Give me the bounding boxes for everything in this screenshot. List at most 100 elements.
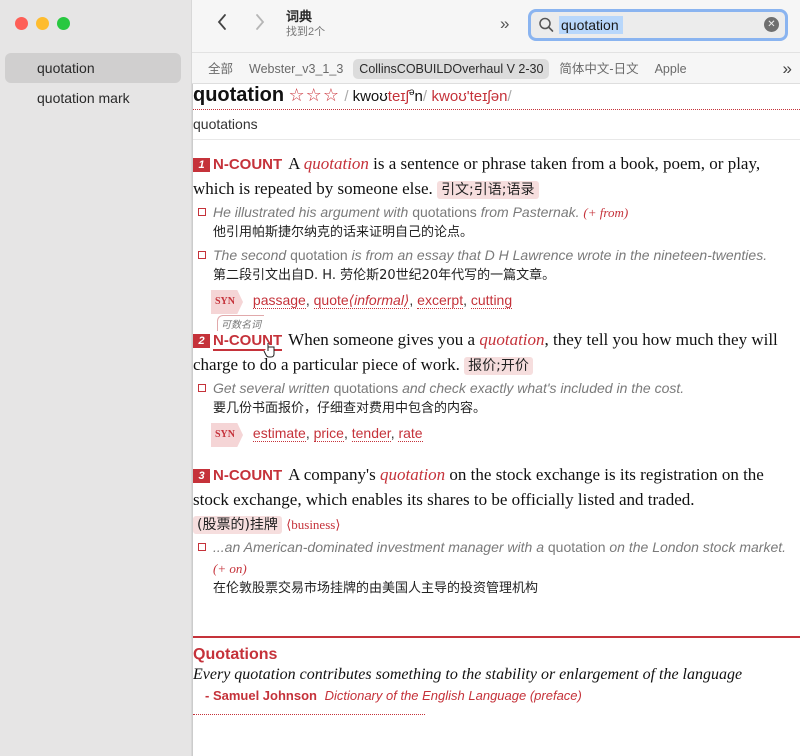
example: ...an American-dominated investment mana… [193, 537, 800, 579]
synonym-link[interactable]: quote⟨informal⟩ [313, 292, 410, 309]
example-bullet-icon [198, 543, 206, 551]
minimize-window-button[interactable] [36, 17, 49, 30]
example-text: on the London stock market. [605, 539, 787, 555]
example-translation: 第二段引文出自D. H. 劳伦斯20世纪20年代写的一篇文章。 [213, 268, 556, 283]
example-bullet-icon [198, 384, 206, 392]
clear-search-icon[interactable]: ✕ [764, 17, 779, 32]
toolbar-overflow-button[interactable]: » [500, 14, 509, 34]
grammar-note: (+ on) [213, 561, 247, 576]
window-title: 词典 [286, 9, 313, 24]
example-text: and check exactly what's included in the… [398, 380, 685, 396]
tab-chinese-japanese[interactable]: 简体中文-日文 [553, 59, 644, 79]
example-translation: 他引用帕斯捷尔纳克的话来证明自己的论点。 [213, 225, 474, 240]
definition-keyword: quotation [380, 465, 446, 484]
main-pane: 词典 找到2个 » ✕ 全部 Webster_v3_1_3 CollinsCOB… [192, 0, 800, 756]
synonym-link[interactable]: passage [252, 292, 306, 309]
pos-tooltip: 可数名词 [217, 315, 264, 331]
results-list: quotation quotation mark [5, 53, 181, 113]
example-text: is from an essay that D H Lawrence wrote… [347, 247, 768, 263]
synonyms: SYN passage, quote⟨informal⟩, excerpt, c… [193, 289, 800, 314]
quotation-text: Every quotation contributes something to… [193, 666, 743, 683]
window-controls [15, 17, 70, 30]
part-of-speech[interactable]: N-COUNT [213, 156, 282, 173]
synonym-link[interactable]: tender [351, 425, 391, 442]
pron-part: n [414, 88, 423, 105]
definition-text: A [288, 154, 304, 173]
quotation-source: - Samuel Johnson Dictionary of the Engli… [193, 686, 800, 706]
sense-number: 3 [193, 469, 210, 483]
sense-3: 3 N-COUNT A company's quotation on the sto… [193, 463, 800, 599]
quotation-work: Dictionary of the English Language (pref… [324, 688, 582, 703]
part-of-speech[interactable]: N-COUNT [213, 467, 282, 484]
pron-part: teɪʃ [387, 88, 409, 105]
synonym-link[interactable]: rate [398, 425, 423, 442]
sense-2: 可数名词 2 N-COUNT When someone gives you a qu… [193, 315, 800, 447]
sense-1: 1 N-COUNT A quotation is a sentence or phr… [193, 152, 800, 314]
example-translation: 要几份书面报价，仔细查对费用中包含的内容。 [213, 401, 487, 416]
headword-line: quotation ☆☆☆ / kwoʊteɪʃən/ kwoʊ'teɪʃən/ [193, 84, 800, 110]
register-label: ⟨informal⟩ [348, 292, 410, 308]
definition-text: When someone gives you a [288, 330, 480, 349]
sidebar: quotation quotation mark [0, 0, 192, 756]
definition-text: A company's [288, 465, 380, 484]
example: He illustrated his argument with quotati… [193, 202, 800, 223]
chinese-translation: 报价;开价 [464, 357, 533, 375]
hand-cursor-icon [263, 343, 275, 358]
close-window-button[interactable] [15, 17, 28, 30]
tab-apple[interactable]: Apple [649, 59, 693, 79]
synonym-link[interactable]: estimate [252, 425, 306, 442]
forward-button[interactable] [248, 12, 272, 38]
synonym-link[interactable]: price [313, 425, 344, 442]
chevron-right-icon [256, 14, 265, 30]
pron-part: kwoʊ [352, 88, 388, 105]
synonym-link[interactable]: cutting [470, 292, 513, 309]
zoom-window-button[interactable] [57, 17, 70, 30]
window-title-block: 词典 找到2个 [286, 9, 325, 40]
grammar-note: (+ from) [583, 205, 629, 220]
example-text: ...an American-dominated investment mana… [213, 539, 548, 555]
toolbar: 词典 找到2个 » ✕ [192, 0, 800, 52]
example-bullet-icon [198, 251, 206, 259]
sense-number: 1 [193, 158, 210, 172]
search-icon [539, 17, 554, 32]
word-forms: quotations [193, 110, 800, 140]
example-text: Get several written [213, 380, 334, 396]
syn-badge: SYN [211, 290, 244, 314]
definition-keyword: quotation [303, 154, 369, 173]
pronunciation-us[interactable]: kwoʊ'teɪʃən [432, 88, 508, 105]
example-keyword: quotations [412, 204, 477, 220]
entry-content: quotation ☆☆☆ / kwoʊteɪʃən/ kwoʊ'teɪʃən/ … [192, 84, 800, 756]
example-text: from Pasternak. [476, 204, 580, 220]
section-divider [193, 714, 425, 715]
result-item-quotation-mark[interactable]: quotation mark [5, 83, 181, 113]
example-text: He illustrated his argument with [213, 204, 413, 220]
chevron-left-icon [217, 14, 226, 30]
quotations-title: Quotations [193, 646, 278, 663]
synonym-link[interactable]: excerpt [417, 292, 464, 309]
sense-number: 2 [193, 334, 210, 348]
tab-webster[interactable]: Webster_v3_1_3 [243, 59, 349, 79]
headword: quotation [193, 84, 285, 106]
example-keyword: quotations [333, 380, 399, 396]
tabs-overflow-button[interactable]: » [783, 59, 792, 79]
dictionary-tabs: 全部 Webster_v3_1_3 CollinsCOBUILDOverhaul… [192, 52, 800, 84]
result-count: 找到2个 [286, 26, 326, 38]
search-input[interactable] [559, 16, 623, 34]
frequency-stars: ☆☆☆ [288, 85, 340, 105]
search-field[interactable]: ✕ [528, 9, 788, 41]
tab-collins[interactable]: CollinsCOBUILDOverhaul V 2-30 [353, 59, 550, 79]
chinese-translation: 引文;引语;语录 [437, 181, 539, 199]
example-bullet-icon [198, 208, 206, 216]
example-keyword: quotation [290, 247, 348, 263]
pronunciation-uk[interactable]: kwoʊteɪʃən [352, 87, 423, 105]
example: The second quotation is from an essay th… [193, 245, 800, 266]
back-button[interactable] [210, 12, 234, 38]
synonyms: SYN estimate, price, tender, rate [193, 422, 800, 447]
definition-keyword: quotation [479, 330, 545, 349]
syn-badge: SYN [211, 423, 244, 447]
quotations-section: Quotations Every quotation contributes s… [193, 636, 800, 715]
tab-all[interactable]: 全部 [202, 59, 239, 79]
result-item-quotation[interactable]: quotation [5, 53, 181, 83]
synonym-word: quote [313, 292, 349, 308]
example: Get several written quotations and check… [193, 378, 800, 399]
